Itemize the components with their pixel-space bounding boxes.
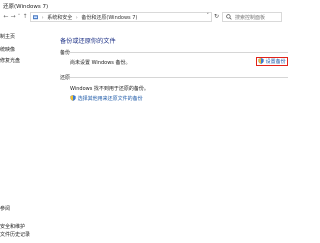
- search-icon: [226, 14, 232, 20]
- backup-status-text: 尚未设置 Windows 备份。: [70, 60, 131, 66]
- shield-icon: [258, 58, 264, 64]
- breadcrumb-system-security[interactable]: 系统和安全: [47, 15, 72, 21]
- select-other-backup-label[interactable]: 选择其他用来还原文件的备份: [78, 96, 143, 102]
- breadcrumb: › 系统和安全 › 备份和还原(Windows 7): [33, 14, 139, 21]
- restore-divider: [70, 77, 288, 78]
- sidebar-see-also-label: 参阅: [0, 206, 11, 212]
- breadcrumb-separator: ›: [41, 15, 44, 21]
- sidebar-item-control-panel-home[interactable]: 制主页: [0, 33, 15, 40]
- restore-status-text: Windows 找不到用于还原的备份。: [70, 86, 149, 92]
- navigation-bar: ← → ˅ ↑ › 系统和安全 › 备份和还原(Windows 7) ˅ ↻ 搜…: [0, 10, 285, 24]
- control-panel-icon: [33, 15, 40, 21]
- search-placeholder: 搜索控制面板: [235, 15, 266, 21]
- address-bar[interactable]: › 系统和安全 › 备份和还原(Windows 7) ˅: [30, 12, 212, 22]
- page-title: 备份或还原你的文件: [60, 38, 116, 45]
- up-button[interactable]: ↑: [21, 13, 29, 21]
- backup-section-label: 备份: [60, 50, 71, 56]
- sidebar-item-file-history[interactable]: 文件历史记录: [0, 231, 30, 238]
- sidebar: 制主页 统映像 修复光盘 参阅 安全和维护 文件历史记录: [0, 24, 30, 243]
- restore-section-label: 还原: [60, 75, 71, 81]
- main-content: 备份或还原你的文件 备份 尚未设置 Windows 备份。 设置备份 还原 Wi…: [60, 24, 288, 243]
- sidebar-item-repair-disc[interactable]: 修复光盘: [0, 57, 20, 64]
- select-other-backup-link[interactable]: 选择其他用来还原文件的备份: [70, 95, 143, 102]
- sidebar-item-security-maintenance[interactable]: 安全和维护: [0, 223, 25, 230]
- search-box[interactable]: 搜索控制面板: [222, 12, 282, 22]
- setup-backup-link[interactable]: 设置备份: [258, 58, 286, 65]
- title-bar: 还原(Windows 7): [0, 0, 285, 10]
- address-dropdown-icon[interactable]: ˅: [207, 13, 210, 19]
- refresh-button[interactable]: ↻: [214, 13, 219, 20]
- setup-backup-label[interactable]: 设置备份: [266, 59, 286, 65]
- window-title: 还原(Windows 7): [3, 4, 49, 10]
- shield-icon: [70, 95, 76, 101]
- breadcrumb-backup-restore[interactable]: 备份和还原(Windows 7): [81, 15, 137, 21]
- sidebar-item-system-image[interactable]: 统映像: [0, 46, 15, 53]
- backup-divider: [70, 52, 288, 53]
- breadcrumb-separator: ›: [75, 15, 78, 21]
